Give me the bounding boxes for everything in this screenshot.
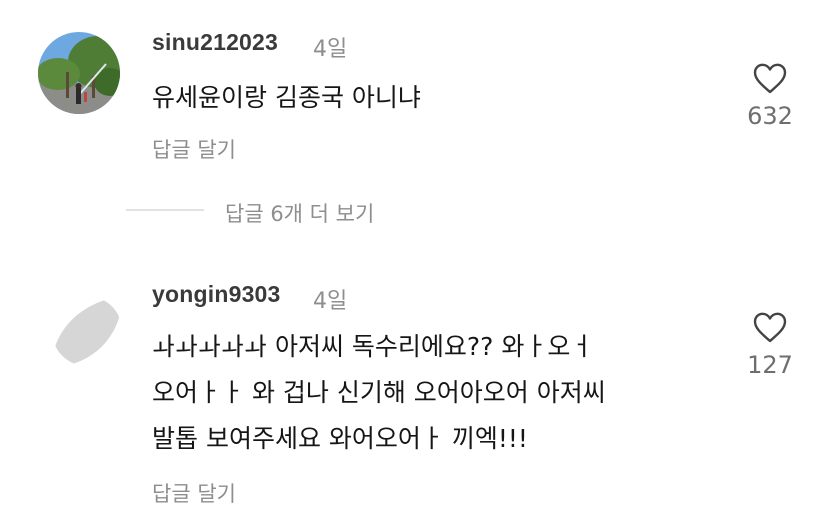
comment-text: 유세윤이랑 김종국 아니냐 [152, 75, 421, 121]
comment-text: ㅘㅘㅘㅘㅘ 아저씨 독수리에요?? 와ㅏ오ㅓ 오어ㅏㅏ 와 겁나 신기해 오어아… [152, 324, 606, 462]
comment-username[interactable]: sinu212023 [152, 29, 278, 56]
reply-button[interactable]: 답글 달기 [152, 134, 236, 164]
like-count: 127 [747, 351, 793, 379]
comment-text-line: 유세윤이랑 김종국 아니냐 [152, 83, 421, 112]
comment-timestamp: 4일 [313, 289, 348, 314]
like-count: 632 [747, 102, 793, 130]
reply-button[interactable]: 답글 달기 [152, 478, 236, 508]
heart-icon[interactable] [752, 62, 788, 94]
comment-username[interactable]: yongin9303 [152, 281, 281, 308]
comment-text-line: 발톱 보여주세요 와어오어ㅏ 끼엑!!! [152, 424, 528, 453]
view-more-replies-button[interactable]: 답글 6개 더 보기 [225, 198, 374, 228]
avatar[interactable] [52, 296, 122, 366]
avatar-photo [38, 32, 120, 114]
comment-text-line: 오어ㅏㅏ 와 겁나 신기해 오어아오어 아저씨 [152, 378, 606, 407]
avatar[interactable] [38, 32, 120, 114]
like-control: 127 [735, 311, 805, 379]
comment-timestamp: 4일 [313, 37, 348, 62]
avatar-placeholder [52, 296, 122, 366]
comment-text-line: ㅘㅘㅘㅘㅘ 아저씨 독수리에요?? 와ㅏ오ㅓ [152, 332, 594, 361]
heart-icon[interactable] [752, 311, 788, 343]
like-control: 632 [735, 62, 805, 130]
divider-line [126, 209, 204, 211]
